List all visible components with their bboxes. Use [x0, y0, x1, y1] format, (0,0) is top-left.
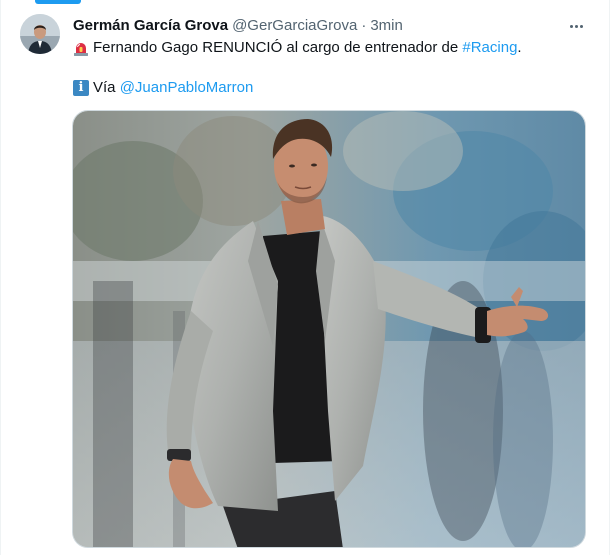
tweet-text: Fernando Gago RENUNCIÓ al cargo de entre…	[93, 39, 463, 56]
information-icon: i	[73, 80, 89, 96]
author-handle[interactable]: @GerGarciaGrova	[232, 17, 357, 34]
tweet-header: Germán García Grova @GerGarciaGrova · 3m…	[73, 14, 403, 36]
tweet-text-line-2: i Vía @JuanPabloMarron	[73, 78, 253, 98]
hashtag-link[interactable]: #Racing	[462, 38, 517, 58]
photo-image	[73, 111, 585, 547]
tweet-timestamp[interactable]: 3min	[370, 17, 403, 34]
more-horizontal-icon[interactable]	[565, 16, 587, 36]
tweet-text-end: .	[517, 39, 522, 56]
mention-link[interactable]: @JuanPabloMarron	[120, 78, 254, 98]
tweet-photo[interactable]	[72, 110, 586, 548]
author-name[interactable]: Germán García Grova	[73, 17, 228, 34]
avatar[interactable]	[20, 14, 60, 54]
tweet-text-line-1: Fernando Gago RENUNCIÓ al cargo de entre…	[73, 38, 522, 58]
via-label: Vía	[93, 79, 120, 96]
rotating-light-icon	[73, 40, 89, 56]
tweet-card[interactable]: Germán García Grova @GerGarciaGrova · 3m…	[0, 0, 610, 555]
separator-dot: ·	[361, 16, 367, 34]
avatar-image	[20, 14, 60, 54]
